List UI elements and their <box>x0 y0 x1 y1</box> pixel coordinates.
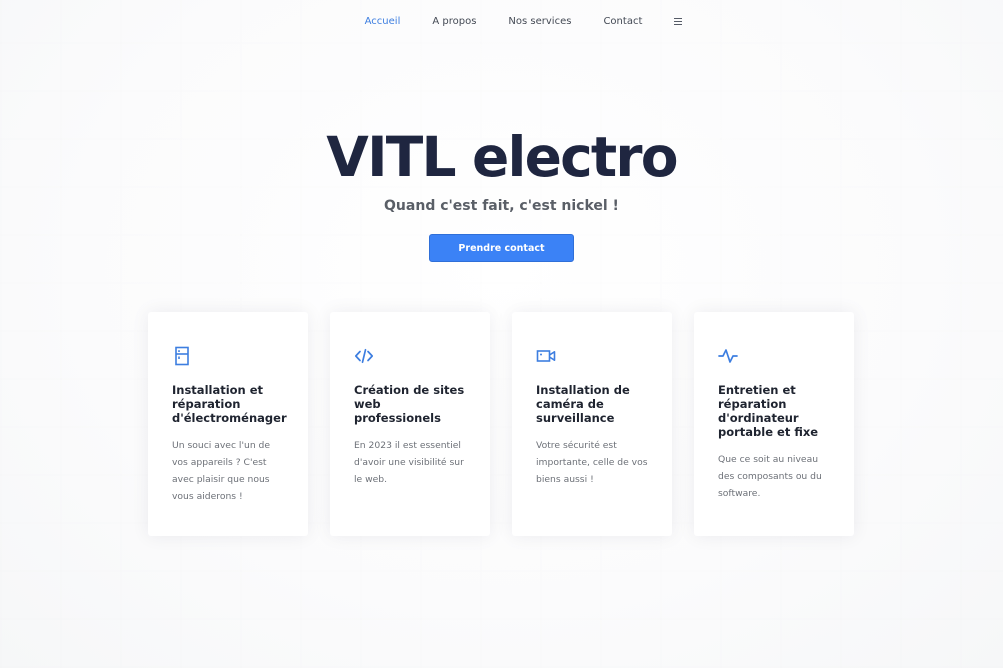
main-nav: Accueil A propos Nos services Contact <box>0 0 1003 42</box>
service-card-web: Création de sites web professionels En 2… <box>330 312 490 536</box>
nav-list: Accueil A propos Nos services Contact <box>349 16 683 27</box>
service-title: Installation et réparation d'électroména… <box>172 383 287 425</box>
fridge-icon <box>175 346 189 366</box>
hamburger-icon[interactable] <box>674 17 683 25</box>
nav-item-accueil[interactable]: Accueil <box>365 16 401 27</box>
activity-icon <box>718 349 738 363</box>
service-card-camera: Installation de caméra de surveillance V… <box>512 312 672 536</box>
service-description: En 2023 il est essentiel d'avoir une vis… <box>354 440 464 485</box>
nav-item-contact[interactable]: Contact <box>603 16 642 27</box>
hero-subtitle: Quand c'est fait, c'est nickel ! <box>384 198 619 214</box>
code-icon <box>354 348 374 364</box>
service-title: Entretien et réparation d'ordinateur por… <box>718 383 819 439</box>
service-title: Installation de caméra de surveillance <box>536 383 630 425</box>
service-card-ordinateur: Entretien et réparation d'ordinateur por… <box>694 312 854 536</box>
nav-item-nos-services[interactable]: Nos services <box>508 16 571 27</box>
nav-item-a-propos[interactable]: A propos <box>432 16 476 27</box>
service-title: Création de sites web professionels <box>354 383 465 425</box>
service-description: Votre sécurité est importante, celle de … <box>536 440 648 485</box>
hero-title: VITL electro <box>326 125 678 189</box>
service-description: Un souci avec l'un de vos appareils ? C'… <box>172 440 271 502</box>
service-card-electromenager: Installation et réparation d'électroména… <box>148 312 308 536</box>
page: Accueil A propos Nos services Contact VI… <box>0 0 1003 668</box>
contact-cta-button[interactable]: Prendre contact <box>429 234 574 262</box>
service-description: Que ce soit au niveau des composants ou … <box>718 454 822 499</box>
video-camera-icon <box>536 350 556 362</box>
